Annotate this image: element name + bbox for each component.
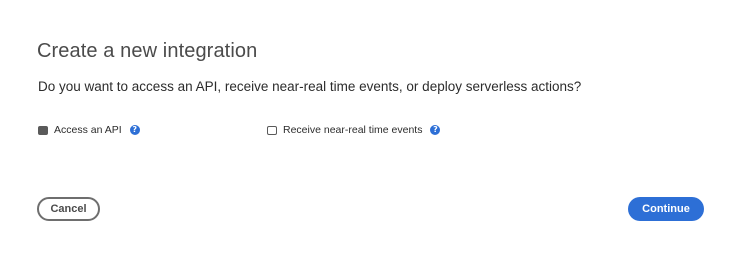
- cancel-button[interactable]: Cancel: [37, 197, 100, 221]
- dialog-title: Create a new integration: [37, 40, 258, 62]
- integration-type-options: Access an API ? Receive near-real time e…: [38, 121, 718, 139]
- option-access-api[interactable]: Access an API ?: [38, 121, 140, 139]
- continue-button[interactable]: Continue: [628, 197, 704, 221]
- option-receive-events-label: Receive near-real time events: [283, 124, 423, 136]
- radio-receive-events[interactable]: [267, 125, 277, 135]
- create-integration-dialog: Create a new integration Do you want to …: [0, 0, 739, 254]
- integration-type-question: Do you want to access an API, receive ne…: [38, 79, 582, 94]
- question-circle-icon[interactable]: ?: [129, 125, 140, 135]
- question-circle-icon[interactable]: ?: [430, 125, 441, 135]
- option-access-api-label: Access an API: [54, 124, 122, 136]
- option-receive-events[interactable]: Receive near-real time events ?: [267, 121, 441, 139]
- radio-access-api[interactable]: [38, 125, 48, 135]
